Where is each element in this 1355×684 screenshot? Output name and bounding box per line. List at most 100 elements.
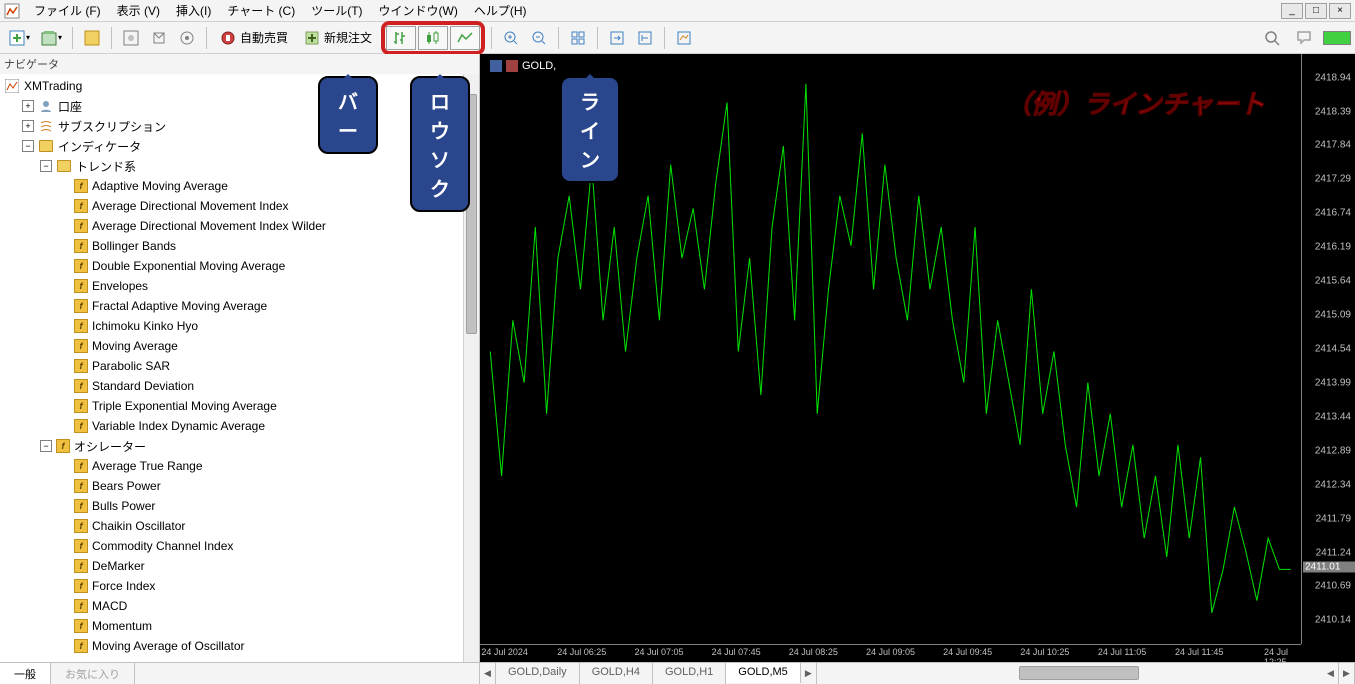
indicator-item[interactable]: f Bears Power bbox=[0, 476, 479, 496]
indicator-label: Bears Power bbox=[92, 479, 161, 493]
indicator-item[interactable]: fForce Index bbox=[0, 576, 479, 596]
navigator-tabs: 一般 お気に入り bbox=[0, 662, 479, 684]
fx-icon: f bbox=[74, 279, 88, 293]
indicator-label: Envelopes bbox=[92, 279, 148, 293]
terminal-button[interactable] bbox=[174, 25, 200, 51]
chart-tab[interactable]: GOLD,M5 bbox=[726, 662, 801, 683]
indicator-item[interactable]: fDouble Exponential Moving Average bbox=[0, 256, 479, 276]
collapse-icon[interactable]: − bbox=[40, 440, 52, 452]
profiles-button[interactable]: ▾ bbox=[36, 25, 66, 51]
indicators-button[interactable] bbox=[671, 25, 697, 51]
indicator-item[interactable]: fMoving Average of Oscillator bbox=[0, 636, 479, 656]
fx-icon: f bbox=[74, 479, 88, 493]
indicator-item[interactable]: fBollinger Bands bbox=[0, 236, 479, 256]
chart-tab-prev[interactable]: ◀ bbox=[480, 663, 496, 684]
fx-icon: f bbox=[74, 579, 88, 593]
data-window-button[interactable] bbox=[118, 25, 144, 51]
bar-chart-button[interactable] bbox=[386, 26, 416, 50]
menu-help[interactable]: ヘルプ(H) bbox=[466, 0, 535, 21]
shift-chart-button[interactable] bbox=[604, 25, 630, 51]
indicator-item[interactable]: fParabolic SAR bbox=[0, 356, 479, 376]
tile-windows-button[interactable] bbox=[565, 25, 591, 51]
y-current-price: 2411.01 bbox=[1303, 561, 1355, 572]
chart-tab[interactable]: GOLD,H4 bbox=[580, 663, 653, 684]
fx-icon: f bbox=[74, 419, 88, 433]
indicator-item[interactable]: fFractal Adaptive Moving Average bbox=[0, 296, 479, 316]
fx-icon: f bbox=[74, 399, 88, 413]
indicator-label: Variable Index Dynamic Average bbox=[92, 419, 265, 433]
nav-tab-favorites[interactable]: お気に入り bbox=[51, 663, 135, 684]
collapse-icon[interactable]: − bbox=[40, 160, 52, 172]
fx-icon: f bbox=[74, 319, 88, 333]
y-tick: 2416.74 bbox=[1315, 208, 1351, 219]
indicator-item[interactable]: fAverage True Range bbox=[0, 456, 479, 476]
menu-tool[interactable]: ツール(T) bbox=[303, 0, 370, 21]
new-order-button[interactable]: 新規注文 bbox=[297, 25, 379, 51]
toolbar: ▾ ▾ 自動売買 新規注文 bbox=[0, 22, 1355, 54]
chart-type-group bbox=[381, 21, 485, 55]
maximize-button[interactable]: □ bbox=[1305, 3, 1327, 19]
chart-scroll-right[interactable]: ▶ bbox=[1339, 663, 1355, 684]
indicator-item[interactable]: fMoving Average bbox=[0, 336, 479, 356]
search-icon[interactable] bbox=[1259, 25, 1285, 51]
market-watch-button[interactable] bbox=[79, 25, 105, 51]
tree-indicators[interactable]: − インディケータ bbox=[0, 136, 479, 156]
auto-trade-button[interactable]: 自動売買 bbox=[213, 25, 295, 51]
y-tick: 2417.84 bbox=[1315, 140, 1351, 151]
fx-icon: f bbox=[74, 459, 88, 473]
indicator-item[interactable]: f Variable Index Dynamic Average bbox=[0, 416, 479, 436]
menu-insert[interactable]: 挿入(I) bbox=[168, 0, 219, 21]
x-tick: 24 Jul 07:05 bbox=[634, 647, 683, 657]
menu-chart[interactable]: チャート (C) bbox=[219, 0, 303, 21]
tree-oscillators[interactable]: − f オシレーター bbox=[0, 436, 479, 456]
chart-tabs: ◀ GOLD,DailyGOLD,H4GOLD,H1GOLD,M5 ▶ ◀ ▶ bbox=[480, 662, 1355, 684]
menu-window[interactable]: ウインドウ(W) bbox=[371, 0, 466, 21]
indicator-item[interactable]: fAverage Directional Movement Index Wild… bbox=[0, 216, 479, 236]
zoom-out-button[interactable] bbox=[526, 25, 552, 51]
indicator-item[interactable]: fAverage Directional Movement Index bbox=[0, 196, 479, 216]
tree-subscriptions[interactable]: + サブスクリプション bbox=[0, 116, 479, 136]
y-axis: 2418.942418.392417.842417.292416.742416.… bbox=[1301, 54, 1355, 644]
chart-tab-next[interactable]: ▶ bbox=[801, 663, 817, 684]
chart-plot[interactable] bbox=[480, 54, 1301, 644]
expand-icon[interactable]: + bbox=[22, 120, 34, 132]
indicator-item[interactable]: fMACD bbox=[0, 596, 479, 616]
chart-hscrollbar[interactable] bbox=[817, 663, 1323, 684]
indicator-item[interactable]: fCommodity Channel Index bbox=[0, 536, 479, 556]
menu-file[interactable]: ファイル (F) bbox=[26, 0, 109, 21]
indicator-item[interactable]: fBulls Power bbox=[0, 496, 479, 516]
indicator-label: Triple Exponential Moving Average bbox=[92, 399, 277, 413]
indicator-item[interactable]: fStandard Deviation bbox=[0, 376, 479, 396]
indicator-item[interactable]: fChaikin Oscillator bbox=[0, 516, 479, 536]
y-tick: 2410.69 bbox=[1315, 581, 1351, 592]
indicator-item[interactable]: fDeMarker bbox=[0, 556, 479, 576]
zoom-in-button[interactable] bbox=[498, 25, 524, 51]
chart-tab[interactable]: GOLD,H1 bbox=[653, 663, 726, 684]
minimize-button[interactable]: _ bbox=[1281, 3, 1303, 19]
line-chart-button[interactable] bbox=[450, 26, 480, 50]
close-button[interactable]: × bbox=[1329, 3, 1351, 19]
indicator-item[interactable]: fMomentum bbox=[0, 616, 479, 636]
chart-scroll-left[interactable]: ◀ bbox=[1323, 663, 1339, 684]
chat-icon[interactable] bbox=[1291, 25, 1317, 51]
chart-tab[interactable]: GOLD,Daily bbox=[496, 663, 580, 684]
navigator-button[interactable] bbox=[146, 25, 172, 51]
nav-tab-general[interactable]: 一般 bbox=[0, 663, 51, 684]
indicator-label: Commodity Channel Index bbox=[92, 539, 233, 553]
auto-scroll-button[interactable] bbox=[632, 25, 658, 51]
tree-accounts[interactable]: + 口座 bbox=[0, 96, 479, 116]
new-chart-button[interactable]: ▾ bbox=[4, 25, 34, 51]
collapse-icon[interactable]: − bbox=[22, 140, 34, 152]
indicator-item[interactable]: f Ichimoku Kinko Hyo bbox=[0, 316, 479, 336]
indicator-item[interactable]: fAdaptive Moving Average bbox=[0, 176, 479, 196]
expand-icon[interactable]: + bbox=[22, 100, 34, 112]
candle-chart-button[interactable] bbox=[418, 26, 448, 50]
indicator-label: Ichimoku Kinko Hyo bbox=[92, 319, 198, 333]
chart-area[interactable]: GOLD, （例）ラインチャート 2418.942418.392417.8424… bbox=[480, 54, 1355, 684]
menu-view[interactable]: 表示 (V) bbox=[109, 0, 168, 21]
tree-root[interactable]: XMTrading bbox=[0, 76, 479, 96]
indicator-item[interactable]: f Envelopes bbox=[0, 276, 479, 296]
indicator-item[interactable]: f Triple Exponential Moving Average bbox=[0, 396, 479, 416]
navigator-scrollbar[interactable] bbox=[463, 74, 479, 662]
tree-trend[interactable]: − トレンド系 bbox=[0, 156, 479, 176]
